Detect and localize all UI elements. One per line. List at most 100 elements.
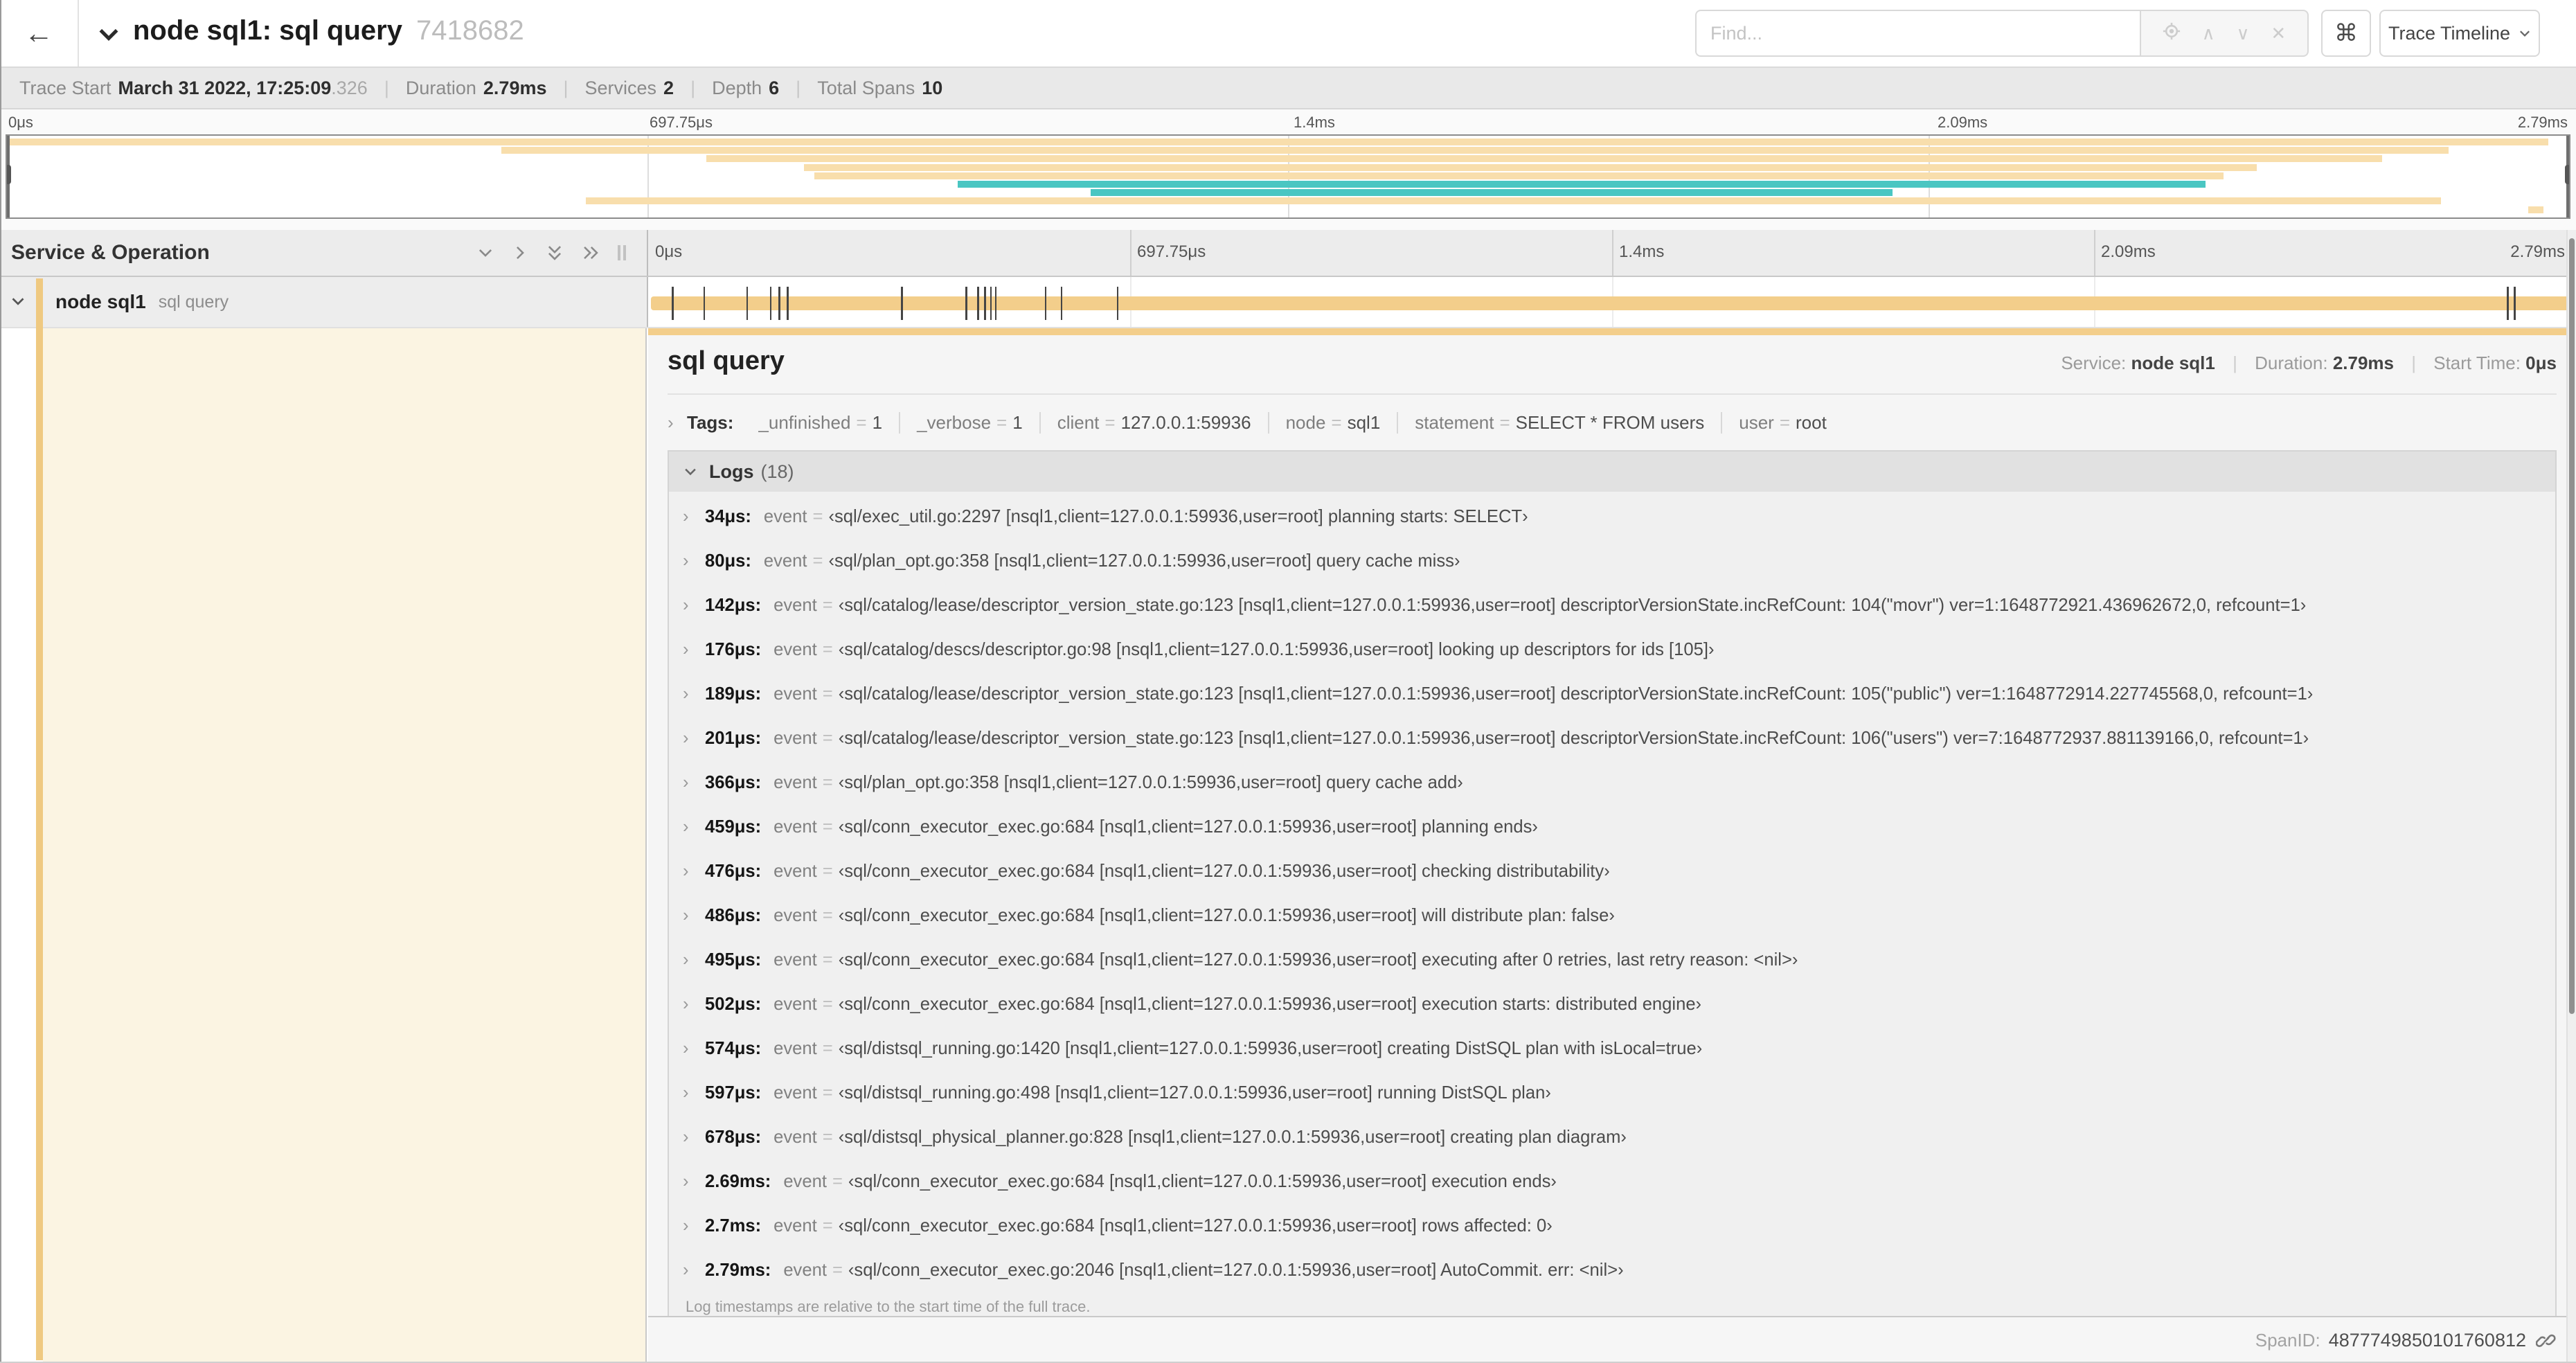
log-expander-icon[interactable]: › [683,1216,705,1236]
log-expander-icon[interactable]: › [683,950,705,970]
log-expander-icon[interactable]: › [683,640,705,660]
collapse-one-icon[interactable] [476,244,494,262]
log-timestamp: 2.79ms: [705,1260,771,1280]
tag-pill[interactable]: user = root [1721,411,1843,434]
log-row[interactable]: › 142μs: event = ‹sql/catalog/lease/descript… [669,583,2555,627]
log-expander-icon[interactable]: › [683,596,705,616]
log-row[interactable]: › 34μs: event = ‹sql/exec_util.go:2297 [nsql… [669,495,2555,539]
tag-pill[interactable]: _verbose = 1 [899,411,1039,434]
log-row[interactable]: › 495μs: event = ‹sql/conn_executor_exec.go:… [669,938,2555,982]
log-row[interactable]: › 176μs: event = ‹sql/catalog/descs/descript… [669,627,2555,672]
log-field-value: ‹sql/catalog/lease/descriptor_version_st… [838,728,2309,748]
back-button[interactable]: ← [0,0,79,66]
summary-item: Total Spans 10 [817,78,942,99]
log-equals: = [812,551,823,571]
log-expander-icon[interactable]: › [683,817,705,837]
log-tick-marker [2514,287,2516,320]
find-input[interactable] [1695,10,2140,57]
span-row[interactable]: node sql1 sql query [0,277,2576,328]
log-expander-icon[interactable]: › [683,862,705,882]
log-expander-icon[interactable]: › [683,684,705,704]
trace-collapse-icon[interactable] [97,22,120,51]
log-field-key: event [773,1083,817,1103]
timeline-minimap: 0μs 697.75μs 1.4ms 2.09ms 2.79ms [0,109,2576,230]
log-equals: = [832,1171,843,1191]
logs-header[interactable]: Logs (18) [669,452,2555,492]
tag-key: _verbose [917,411,992,433]
log-expander-icon[interactable]: › [683,773,705,793]
log-row[interactable]: › 2.7ms: event = ‹sql/conn_executor_exec.go:… [669,1204,2555,1248]
span-detail-panel: sql query Service: node sql1 | Duration:… [648,328,2576,1317]
minimap-canvas[interactable] [6,134,2570,219]
find-prev-icon[interactable]: ∧ [2202,23,2215,44]
log-tick-marker [1044,287,1047,320]
log-tick-marker [703,287,706,320]
log-row[interactable]: › 366μs: event = ‹sql/plan_opt.go:358 [nsql1… [669,760,2555,805]
log-tick-marker [787,287,789,320]
minimap-scrubber-right[interactable] [2565,136,2569,217]
expand-all-icon[interactable] [580,244,601,262]
log-expander-icon[interactable]: › [683,551,705,571]
locate-icon[interactable] [2163,22,2181,45]
log-row[interactable]: › 2.69ms: event = ‹sql/conn_executor_exec.go… [669,1159,2555,1204]
scrollbar-thumb[interactable] [2569,238,2575,1014]
log-row[interactable]: › 486μs: event = ‹sql/conn_executor_exec.go:… [669,893,2555,938]
column-resizer[interactable] [618,245,627,260]
log-field-value: ‹sql/conn_executor_exec.go:684 [nsql1,cl… [848,1171,1557,1191]
log-row[interactable]: › 476μs: event = ‹sql/conn_executor_exec.go:… [669,849,2555,893]
log-expander-icon[interactable]: › [683,1172,705,1192]
log-row[interactable]: › 189μs: event = ‹sql/catalog/lease/descript… [669,672,2555,716]
expand-one-icon[interactable] [511,244,529,262]
span-bar[interactable] [651,296,2573,310]
tag-pill[interactable]: node = sql1 [1267,411,1397,434]
log-expander-icon[interactable]: › [683,1083,705,1103]
keyboard-shortcuts-button[interactable]: ⌘ [2321,10,2371,57]
log-expander-icon[interactable]: › [683,507,705,527]
span-expander-icon[interactable] [0,289,36,315]
log-field-key: event [763,506,807,526]
log-field-value: ‹sql/exec_util.go:2297 [nsql1,client=127… [828,506,1528,526]
view-selector-label: Trace Timeline [2388,22,2511,44]
find-clear-icon[interactable]: ✕ [2271,23,2286,44]
trace-view-selector[interactable]: Trace Timeline [2379,10,2540,57]
log-field-value: ‹sql/distsql_physical_planner.go:828 [ns… [838,1127,1627,1147]
collapse-all-icon[interactable] [546,242,564,263]
log-expander-icon[interactable]: › [683,1128,705,1148]
log-tick-marker [1060,287,1063,320]
tag-pill[interactable]: client = 127.0.0.1:59936 [1039,411,1268,434]
scrubber-grip[interactable] [7,165,11,184]
log-expander-icon[interactable]: › [683,1260,705,1281]
ruler-gridline [1612,230,1613,276]
log-row[interactable]: › 502μs: event = ‹sql/conn_executor_exec.go:… [669,982,2555,1026]
log-expander-icon[interactable]: › [683,906,705,926]
minimap-scrubber-left[interactable] [7,136,11,217]
trace-name: node sql1: sql query [133,15,402,46]
page-title: node sql1: sql query 7418682 [133,15,524,46]
log-equals: = [822,817,833,837]
log-expander-icon[interactable]: › [683,1039,705,1059]
log-row[interactable]: › 80μs: event = ‹sql/plan_opt.go:358 [nsql1,… [669,539,2555,583]
scrubber-grip[interactable] [2565,165,2569,184]
log-row[interactable]: › 2.79ms: event = ‹sql/conn_executor_exec.go… [669,1248,2555,1292]
log-row[interactable]: › 201μs: event = ‹sql/catalog/lease/descript… [669,716,2555,760]
log-row[interactable]: › 597μs: event = ‹sql/distsql_running.go:498… [669,1071,2555,1115]
span-row-timeline[interactable] [648,277,2576,327]
log-field-value: ‹sql/conn_executor_exec.go:684 [nsql1,cl… [838,994,1702,1014]
deep-link-icon[interactable] [2536,1330,2557,1351]
log-timestamp: 476μs: [705,861,762,881]
tag-pill[interactable]: statement = SELECT * FROM users [1397,411,1721,434]
log-row[interactable]: › 459μs: event = ‹sql/conn_executor_exec.go:… [669,805,2555,849]
find-next-icon[interactable]: ∨ [2237,23,2250,44]
summary-separator: | [563,77,569,98]
tag-pill[interactable]: _unfinished = 1 [742,412,899,434]
minimap-tick-label: 2.79ms [2517,114,2568,131]
log-row[interactable]: › 678μs: event = ‹sql/distsql_physical_plann… [669,1115,2555,1159]
log-expander-icon[interactable]: › [683,995,705,1015]
log-timestamp: 34μs: [705,506,751,526]
scrollbar-track[interactable] [2566,230,2576,1362]
log-equals: = [822,994,833,1014]
tags-expander-icon[interactable]: › [668,412,687,434]
span-detail-meta: Service: node sql1 | Duration: 2.79ms | … [2061,353,2557,373]
log-row[interactable]: › 574μs: event = ‹sql/distsql_running.go:142… [669,1026,2555,1071]
log-expander-icon[interactable]: › [683,729,705,749]
